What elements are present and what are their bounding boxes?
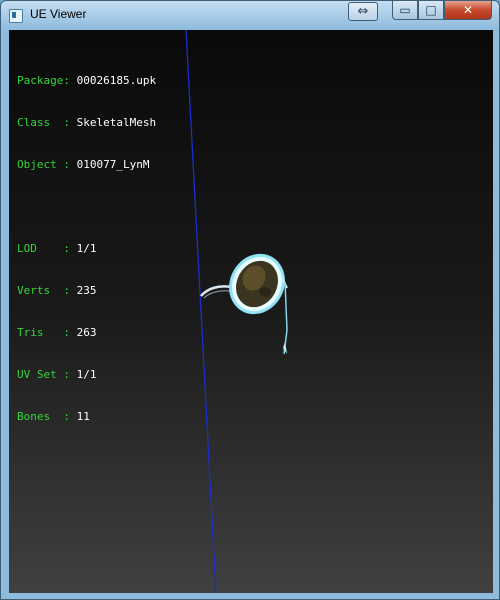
mesh-info-overlay: Package: 00026185.upk Class : SkeletalMe…	[17, 46, 156, 452]
info-tris: Tris : 263	[17, 326, 156, 340]
close-icon: ✕	[462, 3, 474, 17]
object-label: Object :	[17, 158, 77, 171]
info-object: Object : 010077_LynM	[17, 158, 156, 172]
info-verts: Verts : 235	[17, 284, 156, 298]
app-icon	[9, 9, 23, 23]
bones-value: 11	[76, 410, 90, 423]
lod-label: LOD :	[17, 242, 77, 255]
3d-viewport[interactable]: Package: 00026185.upk Class : SkeletalMe…	[9, 30, 493, 593]
bones-label: Bones :	[17, 410, 77, 423]
info-lod: LOD : 1/1	[17, 242, 156, 256]
package-value: 00026185.upk	[76, 74, 157, 87]
title-bar[interactable]: UE Viewer ⇔ ▭ □ ✕	[1, 1, 499, 30]
info-bones: Bones : 11	[17, 410, 156, 424]
info-package: Package: 00026185.upk	[17, 74, 156, 88]
verts-label: Verts :	[17, 284, 77, 297]
info-class: Class : SkeletalMesh	[17, 116, 156, 130]
class-label: Class :	[17, 116, 77, 129]
lod-value: 1/1	[76, 242, 97, 255]
object-value: 010077_LynM	[76, 158, 150, 171]
tris-value: 263	[76, 326, 97, 339]
maximize-button[interactable]: □	[418, 1, 444, 20]
class-value: SkeletalMesh	[76, 116, 157, 129]
axis-line	[185, 30, 217, 593]
package-label: Package:	[17, 74, 77, 87]
close-button[interactable]: ✕	[444, 1, 492, 20]
verts-value: 235	[76, 284, 97, 297]
snap-arrows-button[interactable]: ⇔	[348, 2, 378, 21]
window-title: UE Viewer	[30, 7, 87, 21]
ue-viewer-window: UE Viewer ⇔ ▭ □ ✕ Package: 00026185.upk …	[0, 0, 500, 600]
minimize-button[interactable]: ▭	[392, 1, 418, 20]
tris-label: Tris :	[17, 326, 77, 339]
info-uvset: UV Set : 1/1	[17, 368, 156, 382]
maximize-icon: □	[425, 3, 437, 17]
double-arrow-icon: ⇔	[357, 4, 369, 19]
uvset-value: 1/1	[76, 368, 97, 381]
uvset-label: UV Set :	[17, 368, 77, 381]
minimize-icon: ▭	[399, 3, 411, 17]
mesh-model	[200, 253, 288, 355]
